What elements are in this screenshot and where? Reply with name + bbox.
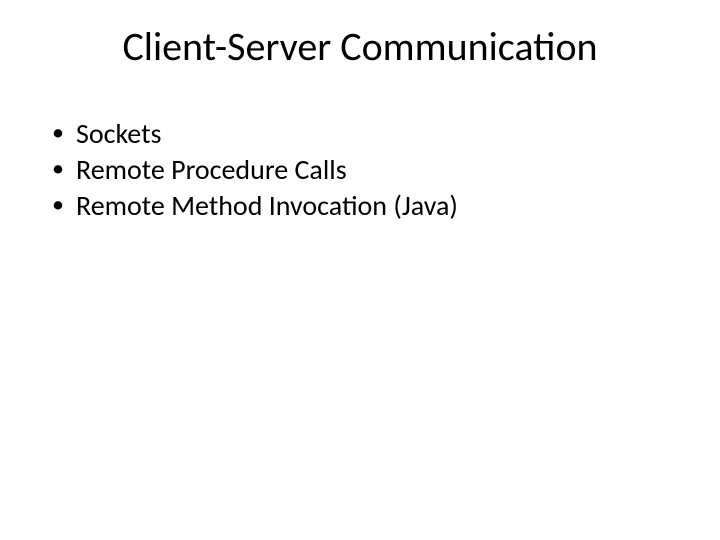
list-item: Remote Method Invocation (Java) [52, 189, 672, 223]
list-item: Remote Procedure Calls [52, 153, 672, 187]
list-item: Sockets [52, 117, 672, 151]
slide: Client-Server Communication Sockets Remo… [0, 0, 720, 540]
slide-title: Client-Server Communication [48, 22, 672, 71]
bullet-list: Sockets Remote Procedure Calls Remote Me… [48, 117, 672, 223]
